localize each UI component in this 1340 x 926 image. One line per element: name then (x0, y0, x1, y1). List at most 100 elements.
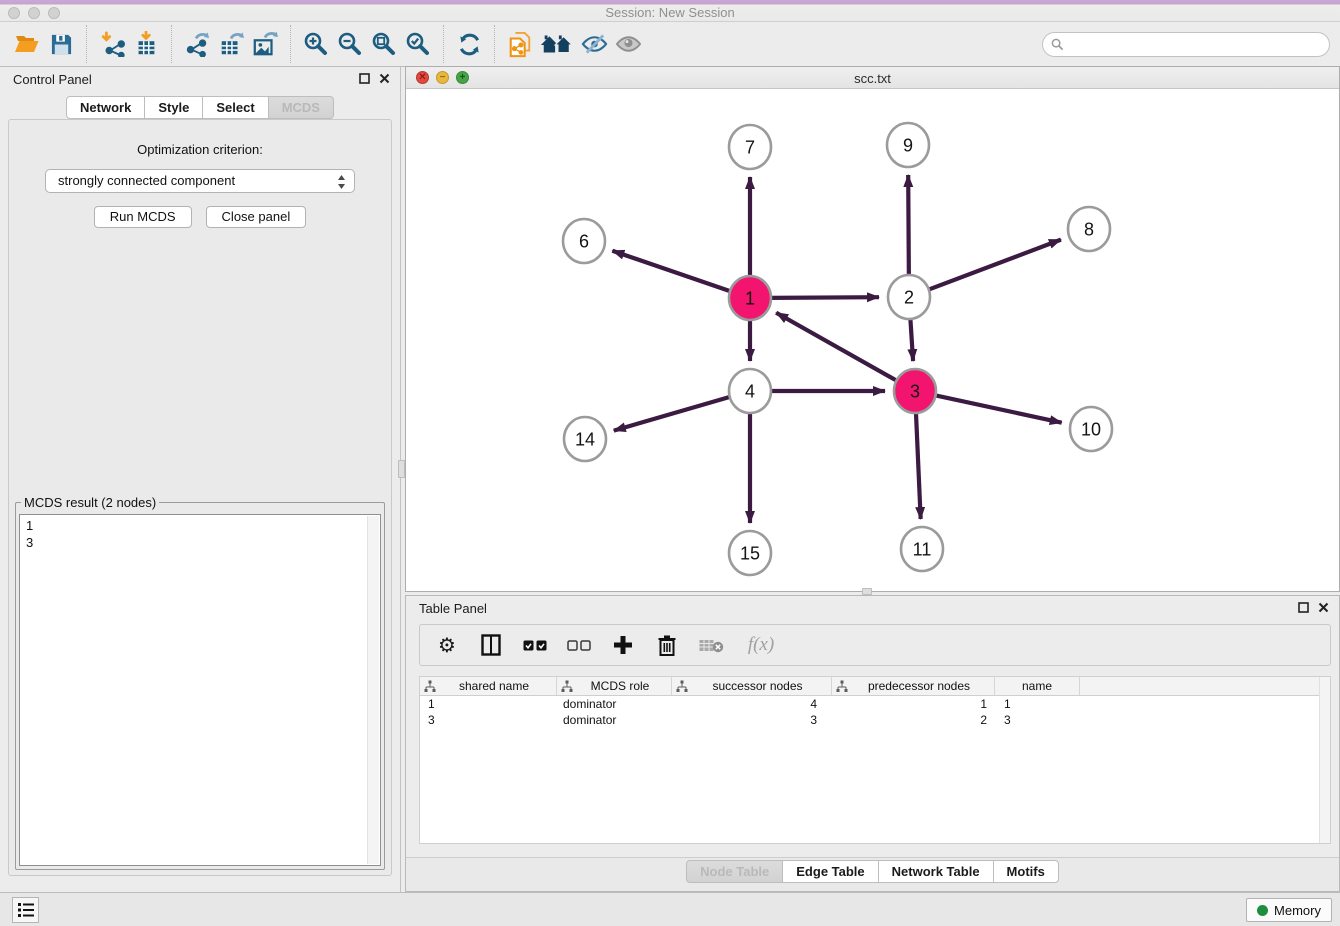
function-builder-button[interactable]: f(x) (742, 630, 780, 660)
column-header-successor-nodes[interactable]: successor nodes (672, 677, 832, 695)
table-body: 1dominator4113dominator323 (420, 696, 1330, 728)
close-panel-icon[interactable] (1318, 602, 1329, 613)
tab-network[interactable]: Network (66, 96, 145, 119)
graph-edge-2-8[interactable] (928, 240, 1061, 290)
graph-edge-1-6[interactable] (612, 251, 731, 292)
table-cell[interactable]: dominator (557, 696, 672, 712)
graph-edge-3-10[interactable] (935, 395, 1062, 422)
zoom-out-button[interactable] (333, 25, 367, 63)
graph-node-7[interactable]: 7 (729, 125, 771, 169)
tab-network-table[interactable]: Network Table (878, 860, 994, 883)
graph-edge-2-3[interactable] (910, 317, 913, 361)
control-panel: Control Panel Network Style Select MCDS … (0, 67, 401, 892)
hide-panels-button[interactable] (577, 25, 611, 63)
float-panel-icon[interactable] (1298, 602, 1309, 613)
table-toolbar: ⚙ (419, 624, 1331, 666)
delete-table-icon (699, 638, 724, 653)
application-window: Session: New Session (0, 0, 1340, 926)
tab-select[interactable]: Select (202, 96, 268, 119)
column-header-shared-name[interactable]: shared name (420, 677, 557, 695)
export-network-button[interactable] (180, 25, 214, 63)
tab-mcds[interactable]: MCDS (268, 96, 334, 119)
memory-button[interactable]: Memory (1246, 898, 1332, 922)
graph-edge-2-9[interactable] (908, 175, 909, 277)
table-cell[interactable]: 3 (672, 712, 832, 728)
graph-node-6[interactable]: 6 (563, 219, 605, 263)
network-overview-button[interactable] (537, 25, 577, 63)
homes-icon (539, 32, 575, 56)
graph-node-2[interactable]: 2 (888, 275, 930, 319)
table-cell[interactable]: 2 (832, 712, 995, 728)
graph-node-11[interactable]: 11 (901, 527, 943, 571)
graph-node-9[interactable]: 9 (887, 123, 929, 167)
column-header-predecessor-nodes[interactable]: predecessor nodes (832, 677, 995, 695)
refresh-button[interactable] (452, 25, 486, 63)
table-cell[interactable]: 1 (832, 696, 995, 712)
zoom-fit-button[interactable] (367, 25, 401, 63)
tab-style[interactable]: Style (144, 96, 203, 119)
main-toolbar (0, 22, 1340, 67)
graph-node-4[interactable]: 4 (729, 369, 771, 413)
table-scrollbar[interactable] (1319, 677, 1330, 843)
network-titlebar[interactable]: ✕ − + scc.txt (406, 67, 1339, 89)
table-settings-button[interactable]: ⚙ (434, 630, 460, 660)
graph-edge-3-11[interactable] (916, 411, 921, 519)
clone-network-icon (507, 31, 533, 58)
tab-motifs[interactable]: Motifs (993, 860, 1059, 883)
open-session-button[interactable] (10, 25, 44, 63)
import-table-button[interactable] (129, 25, 163, 63)
network-canvas[interactable]: 7 9 6 8 1 2 4 3 14 10 15 11 (406, 89, 1339, 591)
table-header-row: shared nameMCDS rolesuccessor nodesprede… (420, 677, 1330, 696)
graph-node-10[interactable]: 10 (1070, 407, 1112, 451)
result-scrollbar[interactable] (367, 516, 379, 864)
tab-edge-table[interactable]: Edge Table (782, 860, 878, 883)
export-image-button[interactable] (248, 25, 282, 63)
graph-node-1[interactable]: 1 (729, 276, 771, 320)
graph-edge-3-1[interactable] (776, 313, 897, 381)
delete-row-button[interactable] (654, 630, 680, 660)
zoom-out-icon (337, 31, 363, 57)
close-panel-button[interactable]: Close panel (206, 206, 307, 228)
unselect-all-columns-button[interactable] (566, 630, 592, 660)
table-cell[interactable]: 1 (995, 696, 1080, 712)
import-network-button[interactable] (95, 25, 129, 63)
table-cell[interactable]: 4 (672, 696, 832, 712)
split-columns-button[interactable] (478, 630, 504, 660)
network-graph[interactable]: 7 9 6 8 1 2 4 3 14 10 15 11 (406, 89, 1339, 591)
column-header-MCDS-role[interactable]: MCDS role (557, 677, 672, 695)
graph-node-14[interactable]: 14 (564, 417, 606, 461)
run-mcds-button[interactable]: Run MCDS (94, 206, 192, 228)
criterion-select[interactable]: strongly connected component (45, 169, 355, 193)
select-all-columns-button[interactable] (522, 630, 548, 660)
search-input[interactable] (1042, 32, 1330, 57)
memory-label: Memory (1274, 903, 1321, 918)
column-header-name[interactable]: name (995, 677, 1080, 695)
task-history-button[interactable] (12, 897, 39, 923)
memory-status-icon (1257, 905, 1268, 916)
table-cell[interactable]: 1 (420, 696, 557, 712)
graph-edge-1-2[interactable] (770, 297, 879, 298)
zoom-selected-button[interactable] (401, 25, 435, 63)
graph-node-15[interactable]: 15 (729, 531, 771, 575)
save-session-button[interactable] (44, 25, 78, 63)
svg-text:9: 9 (903, 135, 913, 155)
zoom-in-button[interactable] (299, 25, 333, 63)
vertical-splitter-handle[interactable] (398, 460, 405, 478)
horizontal-splitter-handle[interactable] (862, 588, 872, 595)
float-panel-icon[interactable] (359, 73, 370, 84)
export-table-button[interactable] (214, 25, 248, 63)
add-row-button[interactable] (610, 630, 636, 660)
show-graphics-button[interactable] (611, 25, 645, 63)
table-cell[interactable]: dominator (557, 712, 672, 728)
delete-table-button[interactable] (698, 630, 724, 660)
graph-node-3[interactable]: 3 (894, 369, 936, 413)
table-cell[interactable]: 3 (995, 712, 1080, 728)
graph-node-8[interactable]: 8 (1068, 207, 1110, 251)
split-columns-icon (481, 634, 501, 656)
close-panel-icon[interactable] (379, 73, 390, 84)
graph-edge-4-14[interactable] (614, 397, 731, 431)
table-cell[interactable]: 3 (420, 712, 557, 728)
tab-node-table[interactable]: Node Table (686, 860, 783, 883)
clone-network-button[interactable] (503, 25, 537, 63)
tree-icon (676, 680, 688, 692)
